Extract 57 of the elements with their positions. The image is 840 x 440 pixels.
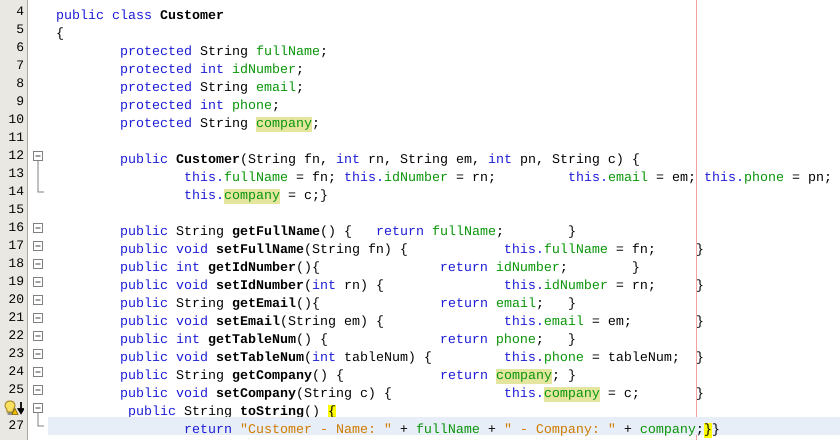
line-number: 27	[8, 417, 24, 435]
line-number: 23	[8, 345, 24, 363]
line-number: 14	[8, 183, 24, 201]
code-line: public void setFullName(String fn) { this.fullName = fn; }	[118, 242, 704, 260]
line-number: 10	[8, 111, 24, 129]
line-number: 13	[8, 165, 24, 183]
code-line: public String getFullName() { return fullName; }	[118, 224, 576, 242]
line-number: 24	[8, 363, 24, 381]
code-line: public int getTableNum() { return phone; }	[118, 332, 576, 350]
code-line: public Customer(String fn, int rn, String em, int pn, String c) {	[118, 152, 640, 170]
code-line: public void setEmail(String em) { this.email = em; }	[118, 314, 704, 332]
fold-toggle-icon[interactable]	[33, 367, 43, 377]
line-number: 17	[8, 237, 24, 255]
line-number: 5	[16, 21, 24, 39]
line-number: 25	[8, 381, 24, 399]
code-line: public int getIdNumber(){ return idNumber; }	[118, 260, 640, 278]
fold-toggle-icon[interactable]	[33, 403, 43, 417]
fold-toggle-icon[interactable]	[33, 331, 43, 341]
line-number: 11	[8, 129, 24, 147]
line-number: 20	[8, 291, 24, 309]
line-number: 16	[8, 219, 24, 237]
code-line: this.company = c;}	[182, 188, 328, 206]
code-line: public void setTableNum(int tableNum) { this.phone = tableNum; }	[118, 350, 704, 368]
code-line: public String getEmail(){ return email; }	[118, 296, 576, 314]
fold-toggle-icon[interactable]	[33, 385, 43, 395]
line-number: 15	[8, 201, 24, 219]
lightbulb-warning-icon[interactable]	[4, 400, 24, 416]
code-line: protected String fullName;	[118, 44, 328, 62]
code-line: public class Customer	[56, 8, 224, 26]
line-number: 8	[16, 75, 24, 93]
line-number: 6	[16, 39, 24, 57]
code-line: protected String company;	[118, 116, 320, 134]
line-number: 4	[16, 3, 24, 21]
fold-toggle-icon[interactable]	[33, 349, 43, 359]
line-number: 19	[8, 273, 24, 291]
code-line: return "Customer - Name: " + fullName + " - Company: " + company;}}	[182, 422, 720, 440]
line-number: 7	[16, 57, 24, 75]
fold-toggle-icon[interactable]	[33, 259, 43, 269]
code-line: protected String email;	[118, 80, 304, 98]
line-number: 21	[8, 309, 24, 327]
code-line: protected int idNumber;	[118, 62, 304, 80]
line-number: 12	[8, 147, 24, 165]
line-number: 18	[8, 255, 24, 273]
code-line: public void setIdNumber(int rn) { this.idNumber = rn; }	[118, 278, 704, 296]
fold-toggle-icon[interactable]	[33, 277, 43, 287]
code-line: {	[56, 26, 64, 44]
code-line: public void setCompany(String c) { this.company = c; }	[118, 386, 704, 404]
fold-toggle-icon[interactable]	[33, 295, 43, 305]
line-number: 22	[8, 327, 24, 345]
fold-toggle-icon[interactable]	[33, 151, 43, 165]
fold-toggle-icon[interactable]	[33, 241, 43, 251]
code-line: protected int phone;	[118, 98, 280, 116]
line-number: 9	[16, 93, 24, 111]
fold-toggle-icon[interactable]	[33, 313, 43, 323]
code-line: this.fullName = fn; this.idNumber = rn; this.email = em; this.phone = pn;	[182, 170, 832, 188]
code-line: public String getCompany() { return company; }	[118, 368, 576, 386]
fold-toggle-icon[interactable]	[33, 223, 43, 233]
